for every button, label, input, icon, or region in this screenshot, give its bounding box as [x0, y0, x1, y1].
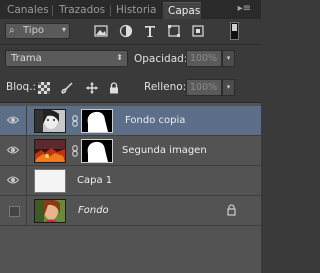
layers-list: Fondo copia Segunda imagen Capa 1 Fondo: [0, 103, 261, 273]
layer-mask-thumbnail[interactable]: [81, 109, 113, 133]
adjustment-layer-filter-icon[interactable]: [119, 24, 133, 38]
layer-row-capa-1[interactable]: Capa 1: [0, 166, 261, 196]
opacity-dropdown-button[interactable]: ▾: [222, 50, 235, 67]
chevron-updown-icon: ⬍: [116, 53, 123, 62]
lock-image-pixels-icon[interactable]: [61, 82, 73, 94]
visibility-toggle[interactable]: [0, 166, 27, 196]
filter-kind-label: Tipo: [23, 25, 45, 36]
lock-position-icon[interactable]: [86, 82, 98, 94]
layer-thumbnail: [34, 169, 66, 193]
layer-row-fondo-copia[interactable]: Fondo copia: [0, 106, 261, 136]
hidden-visibility-box: [9, 206, 20, 217]
chevron-down-icon: ▾: [61, 25, 66, 34]
tab-trazados[interactable]: Trazados: [54, 2, 110, 19]
fill-field[interactable]: 100%: [186, 79, 222, 96]
layer-row-segunda-imagen[interactable]: Segunda imagen: [0, 136, 261, 166]
opacity-field[interactable]: 100%: [186, 50, 222, 67]
layer-mask-thumbnail[interactable]: [81, 139, 113, 163]
panel-menu-icon[interactable]: ▸≡: [238, 3, 251, 14]
tab-capas[interactable]: Capas: [163, 2, 201, 19]
filter-toggle-switch[interactable]: [230, 22, 239, 40]
opacity-label: Opacidad:: [134, 53, 188, 65]
pixel-layer-filter-icon[interactable]: [94, 24, 108, 38]
link-chain-icon[interactable]: [72, 115, 78, 127]
layer-name[interactable]: Fondo copia: [125, 115, 185, 126]
eye-icon: [7, 116, 19, 124]
blend-mode-select[interactable]: Trama ⬍: [5, 50, 128, 67]
search-icon: ⌕: [9, 25, 15, 36]
layer-thumbnail: [34, 139, 66, 163]
layer-name[interactable]: Segunda imagen: [122, 145, 207, 156]
layer-thumbnail: [34, 199, 66, 223]
fill-dropdown-button[interactable]: ▾: [222, 79, 235, 96]
lock-icon: [227, 204, 236, 216]
tab-historia[interactable]: Historia: [111, 2, 162, 19]
tab-separator: [52, 5, 53, 16]
layer-name[interactable]: Fondo: [78, 205, 109, 216]
layer-name[interactable]: Capa 1: [77, 175, 112, 186]
link-chain-icon[interactable]: [72, 145, 78, 157]
visibility-toggle[interactable]: [0, 136, 27, 166]
lock-all-icon[interactable]: [108, 82, 120, 94]
blend-mode-value: Trama: [11, 53, 42, 64]
visibility-toggle[interactable]: [0, 196, 27, 226]
eye-icon: [7, 146, 19, 154]
panel-tab-bar: Canales Trazados Historia Capas ▸≡: [0, 0, 261, 19]
type-layer-filter-icon[interactable]: [143, 24, 157, 38]
layer-row-fondo[interactable]: Fondo: [0, 196, 261, 226]
tab-canales[interactable]: Canales: [2, 2, 54, 19]
lock-label: Bloq.:: [6, 81, 37, 93]
eye-icon: [7, 176, 19, 184]
divider: [0, 44, 261, 45]
smart-object-filter-icon[interactable]: [191, 24, 205, 38]
lock-transparent-pixels-icon[interactable]: [38, 82, 50, 94]
visibility-toggle[interactable]: [0, 106, 27, 136]
shape-layer-filter-icon[interactable]: [167, 24, 181, 38]
fill-label: Relleno:: [144, 81, 187, 93]
layer-filter-kind-select[interactable]: ⌕ Tipo ▾: [5, 23, 70, 39]
layer-thumbnail: [34, 109, 66, 133]
